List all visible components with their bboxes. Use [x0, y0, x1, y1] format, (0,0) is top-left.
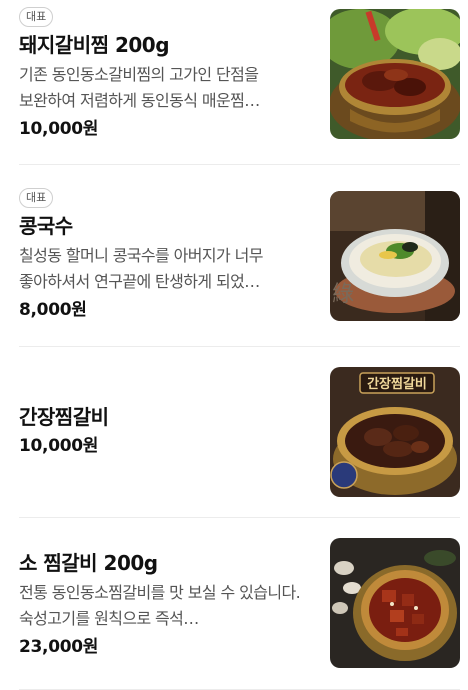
menu-item-price: 10,000원	[19, 119, 99, 139]
menu-item-price: 8,000원	[19, 300, 87, 320]
menu-item[interactable]: 소 찜갈비 200g 전통 동인동소찜갈비를 맛 보실 수 있습니다. 숙성고기…	[0, 518, 468, 690]
menu-item[interactable]: 간장찜갈비 10,000원 간장찜갈비	[0, 347, 468, 517]
signature-badge: 대표	[19, 7, 54, 27]
braised-beef-ribs-photo[interactable]	[330, 538, 460, 668]
image-caption: 간장찜갈비	[367, 376, 427, 392]
soy-milk-noodle-photo[interactable]: 綠	[330, 191, 460, 321]
menu-item[interactable]: 대표 콩국수 칠성동 할머니 콩국수를 아버지가 너무 좋아하셔서 연구끝에 탄…	[0, 165, 468, 346]
soy-braised-ribs-photo[interactable]: 간장찜갈비	[330, 367, 460, 497]
menu-item-name: 소 찜갈비 200g	[19, 551, 158, 575]
menu-item-price: 10,000원	[19, 436, 99, 456]
menu-item-price: 23,000원	[19, 637, 99, 657]
menu-item[interactable]: 대표 돼지갈비찜 200g 기존 동인동소갈비찜의 고가인 단점을 보완하여 저…	[0, 0, 468, 164]
svg-text:綠: 綠	[332, 282, 354, 307]
menu-item-name: 돼지갈비찜 200g	[19, 33, 170, 57]
signature-badge: 대표	[19, 188, 54, 208]
menu-item-description: 칠성동 할머니 콩국수를 아버지가 너무 좋아하셔서 연구끝에 탄생하게 되었…	[19, 246, 263, 291]
menu-item-name: 콩국수	[19, 214, 73, 238]
menu-item-description: 기존 동인동소갈비찜의 고가인 단점을 보완하여 저렴하게 동인동식 매운찜…	[19, 65, 260, 110]
menu-item-description: 전통 동인동소찜갈비를 맛 보실 수 있습니다. 숙성고기를 원칙으로 즉석…	[19, 583, 301, 628]
braised-pork-ribs-photo[interactable]	[330, 9, 460, 139]
menu-item-name: 간장찜갈비	[19, 405, 109, 429]
